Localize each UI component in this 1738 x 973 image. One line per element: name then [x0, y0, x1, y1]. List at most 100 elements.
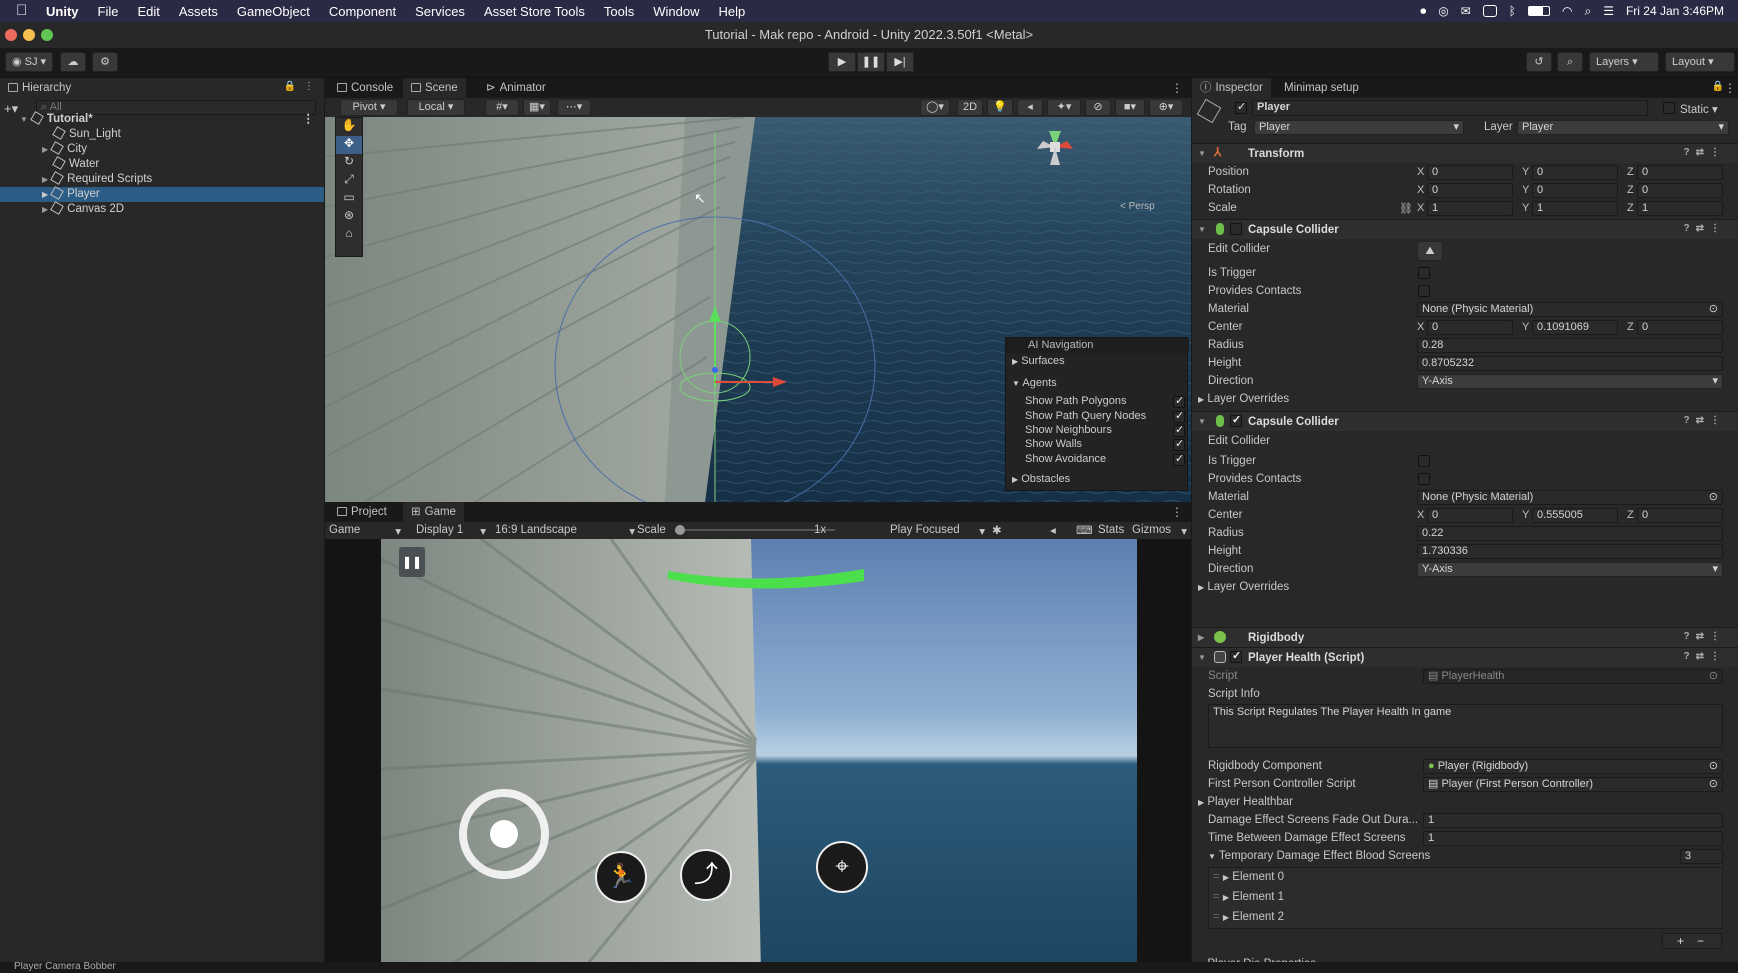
crouch-shoot-icon[interactable]: ⌖ — [816, 841, 868, 893]
more-icon[interactable]: ⋮ — [1724, 81, 1736, 95]
account-dropdown[interactable]: ◉ SJ ▾ — [5, 52, 53, 72]
bug-icon[interactable]: ✱ — [992, 523, 1002, 537]
layer-dropdown[interactable]: Player ▾ — [1517, 120, 1729, 135]
scale-z-field[interactable]: 1 — [1637, 201, 1723, 216]
menu-gameobject[interactable]: GameObject — [237, 4, 310, 19]
tab-animator[interactable]: ⊳ Animator — [478, 78, 554, 98]
static-dropdown[interactable]: Static ▾ — [1680, 102, 1718, 116]
record-icon[interactable]: ⏺ — [1420, 4, 1426, 19]
accessibility-icon[interactable]: ◎ — [1438, 4, 1448, 18]
menu-asset-store-tools[interactable]: Asset Store Tools — [484, 4, 585, 19]
menu-component[interactable]: Component — [329, 4, 396, 19]
game-viewport[interactable]: ❚❚ 🏃 ⤴ ⌖ — [381, 539, 1137, 972]
obstacles-foldout[interactable]: ▶ Obstacles — [1012, 473, 1070, 485]
list-item[interactable]: = ▶ Element 1 — [1213, 891, 1284, 903]
capsule-collider-1-header[interactable]: ▼ Capsule Collider ?⇄⋮ — [1192, 219, 1738, 239]
pause-button[interactable]: ❚❚ — [857, 52, 885, 72]
component-menu-icons[interactable]: ?⇄⋮ — [1684, 415, 1727, 426]
scene-root[interactable]: ▼ Tutorial* ⋮ — [0, 111, 324, 127]
stats-button[interactable]: Stats — [1098, 524, 1124, 536]
fade-duration-field[interactable]: 1 — [1423, 813, 1723, 828]
tab-scene[interactable]: Scene — [403, 78, 466, 98]
hierarchy-item-sun-light[interactable]: Sun_Light — [0, 126, 324, 142]
play-focused-dropdown[interactable]: Play Focused ▾ — [890, 524, 985, 538]
position-x-field[interactable]: 0 — [1427, 165, 1513, 180]
bluetooth-icon[interactable]: ᛒ — [1509, 4, 1516, 18]
menu-services[interactable]: Services — [415, 4, 465, 19]
game-mode-dropdown[interactable]: Game ▾ — [329, 524, 403, 538]
edit-collider-button[interactable]: ⛰ — [1417, 241, 1443, 261]
agents-foldout[interactable]: ▼ Agents — [1012, 377, 1057, 389]
rotation-x-field[interactable]: 0 — [1427, 183, 1513, 198]
tab-game[interactable]: ⊞ Game — [403, 502, 464, 522]
tab-hierarchy[interactable]: Hierarchy — [0, 78, 324, 98]
layer-overrides-foldout[interactable]: ▶ Layer Overrides — [1192, 579, 1738, 596]
minimize-window-button[interactable] — [23, 29, 35, 41]
radius-field[interactable]: 0.22 — [1417, 526, 1723, 541]
player-health-enabled[interactable] — [1230, 649, 1242, 663]
rigidbody-component-field[interactable]: ● Player (Rigidbody) ⊙ — [1423, 759, 1723, 774]
layout-dropdown[interactable]: Layout ▾ — [1665, 52, 1735, 72]
lock-icon[interactable]: 🔒 — [284, 81, 296, 92]
joystick[interactable] — [459, 789, 549, 879]
checkbox-show-walls[interactable] — [1173, 437, 1185, 451]
rect-tool-icon[interactable]: ▭ — [336, 190, 362, 208]
checkbox-show-path-query-nodes[interactable] — [1173, 409, 1185, 423]
lighting-icon[interactable]: 💡 — [987, 99, 1013, 116]
battery-icon[interactable] — [1527, 6, 1550, 16]
rotation-y-field[interactable]: 0 — [1532, 183, 1618, 198]
search-icon[interactable]: ⌕ — [1557, 52, 1583, 72]
component-menu-icons[interactable]: ?⇄⋮ — [1684, 147, 1727, 158]
center-x-field[interactable]: 0 — [1427, 508, 1513, 523]
hierarchy-item-required-scripts[interactable]: ▶ Required Scripts — [0, 171, 324, 187]
hierarchy-item-city[interactable]: ▶ City — [0, 141, 324, 157]
center-y-field[interactable]: 0.1091069 — [1532, 320, 1618, 335]
fpc-script-field[interactable]: ▤ Player (First Person Controller) ⊙ — [1423, 777, 1723, 792]
object-name-field[interactable]: Player — [1252, 100, 1648, 116]
position-y-field[interactable]: 0 — [1532, 165, 1618, 180]
menu-help[interactable]: Help — [718, 4, 745, 19]
custom-tool-icon[interactable]: ⌂ — [336, 226, 362, 244]
provides-contacts-checkbox[interactable] — [1418, 285, 1430, 297]
tab-inspector[interactable]: ⓘ Inspector — [1192, 78, 1271, 98]
remove-element-button[interactable]: − — [1697, 934, 1704, 948]
checkbox-show-avoidance[interactable] — [1173, 452, 1185, 466]
link-icon[interactable]: ⛓ — [1399, 202, 1413, 215]
checkbox-show-path-polygons[interactable] — [1173, 394, 1185, 408]
gizmos-dropdown[interactable]: Gizmos ▾ — [1132, 524, 1187, 538]
more-icon[interactable]: ⋮ — [1171, 505, 1183, 519]
keyboard-icon[interactable]: ⌨ — [1076, 523, 1093, 537]
menu-app[interactable]: Unity — [46, 4, 79, 19]
search-icon[interactable]: ⌕ — [1584, 4, 1591, 19]
active-checkbox[interactable] — [1235, 100, 1247, 114]
time-between-field[interactable]: 1 — [1423, 831, 1723, 846]
list-item[interactable]: = ▶ Element 2 — [1213, 911, 1284, 923]
gizmos-icon[interactable]: ⊕▾ — [1149, 99, 1183, 116]
history-icon[interactable]: ↺ — [1526, 52, 1552, 72]
menu-edit[interactable]: Edit — [137, 4, 159, 19]
height-field[interactable]: 0.8705232 — [1417, 356, 1723, 371]
transform-tool-icon[interactable]: ⊛ — [336, 208, 362, 226]
hand-tool-icon[interactable]: ✋ — [336, 118, 362, 136]
direction-dropdown[interactable]: Y-Axis ▾ — [1417, 374, 1723, 389]
scale-y-field[interactable]: 1 — [1532, 201, 1618, 216]
material-field[interactable]: None (Physic Material) ⊙ — [1417, 490, 1723, 505]
layer-overrides-foldout[interactable]: ▶ Layer Overrides — [1192, 391, 1738, 408]
play-button[interactable]: ▶ — [828, 52, 856, 72]
cloud-icon[interactable]: ☁ — [60, 52, 86, 72]
height-field[interactable]: 1.730336 — [1417, 544, 1723, 559]
mail-icon[interactable]: ✉ — [1461, 4, 1471, 18]
component-menu-icons[interactable]: ?⇄⋮ — [1684, 651, 1727, 662]
aspect-dropdown[interactable]: 16:9 Landscape ▾ — [495, 524, 635, 538]
lock-icon[interactable]: 🔒 — [1712, 81, 1724, 92]
tab-console[interactable]: Console — [329, 78, 401, 98]
blood-screens-count[interactable]: 3 — [1680, 849, 1723, 864]
center-z-field[interactable]: 0 — [1637, 508, 1723, 523]
control-center-icon[interactable]: ☰ — [1603, 4, 1614, 18]
static-checkbox[interactable] — [1663, 102, 1675, 114]
hierarchy-item-player[interactable]: ▶ Player — [0, 186, 324, 202]
close-window-button[interactable] — [5, 29, 17, 41]
effects-icon[interactable]: ✦▾ — [1047, 99, 1081, 116]
menu-window[interactable]: Window — [653, 4, 699, 19]
move-tool-icon[interactable]: ✥ — [336, 136, 362, 154]
